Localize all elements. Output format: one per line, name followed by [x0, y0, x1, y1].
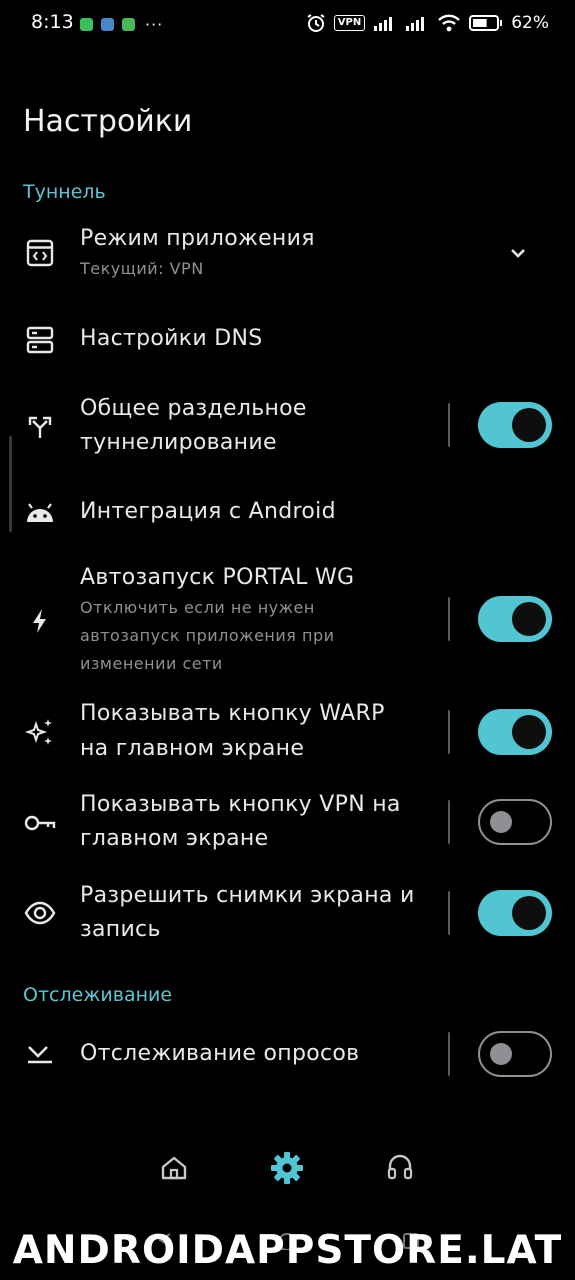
dns-server-icon	[23, 323, 57, 357]
signal-icon-sim2	[406, 17, 425, 31]
scroll-indicator[interactable]	[9, 436, 12, 532]
divider	[448, 1032, 450, 1076]
wifi-icon	[438, 14, 461, 32]
split-tunnel-title-line2: туннелирование	[80, 430, 277, 455]
sparkles-icon	[23, 715, 57, 749]
toggle-knob	[512, 408, 546, 442]
toggle-knob	[490, 1042, 512, 1065]
divider	[448, 597, 450, 641]
vpn-button-toggle[interactable]	[478, 799, 552, 845]
battery-icon	[469, 15, 503, 31]
dns-title: Настройки DNS	[80, 326, 263, 351]
autostart-subtitle-line2: автозапуск приложения при	[80, 626, 335, 645]
system-icons: VPN 62%	[306, 13, 549, 33]
screenshots-title-line2: запись	[80, 917, 161, 942]
android-integration-title: Интеграция с Android	[80, 499, 336, 524]
screenshots-title-line1: Разрешить снимки экрана и	[80, 883, 415, 908]
alarm-icon	[307, 14, 325, 32]
vpn-key-icon	[23, 806, 57, 840]
whatsapp-notification-icon	[80, 18, 93, 31]
vpn-button-title-line1: Показывать кнопку VPN на	[80, 792, 401, 817]
warp-button-title-line2: на главном экране	[80, 736, 305, 761]
eye-icon	[23, 896, 57, 930]
app-window-code-icon	[23, 236, 57, 270]
divider	[448, 403, 450, 447]
status-time: 8:13	[31, 11, 74, 33]
autostart-subtitle-line1: Отключить если не нужен	[80, 598, 315, 617]
warp-button-toggle[interactable]	[478, 709, 552, 755]
toggle-knob	[512, 896, 546, 930]
section-header-tracking: Отслеживание	[23, 984, 173, 1006]
split-tunnel-title-line1: Общее раздельное	[80, 396, 307, 421]
divider	[448, 800, 450, 844]
running-app-notification-icon	[122, 18, 135, 31]
screenshots-toggle[interactable]	[478, 890, 552, 936]
status-bar: 8:13 ··· VPN 62%	[0, 0, 575, 48]
flash-bolt-icon	[23, 604, 57, 638]
app-notification-icon	[101, 18, 114, 31]
more-notifications-icon: ···	[145, 15, 164, 34]
autostart-subtitle-line3: изменении сети	[80, 654, 223, 673]
autostart-toggle[interactable]	[478, 596, 552, 642]
split-tunnel-toggle[interactable]	[478, 402, 552, 448]
home-icon[interactable]	[154, 1148, 194, 1188]
section-header-tunnel: Туннель	[23, 181, 106, 203]
vpn-button-title-line2: главном экране	[80, 826, 269, 851]
battery-percent: 62%	[511, 13, 549, 33]
poll-tracking-toggle[interactable]	[478, 1031, 552, 1077]
settings-icon[interactable]	[267, 1148, 307, 1188]
split-arrows-icon	[23, 409, 57, 443]
watermark: ANDROIDAPPSTORE.LAT	[12, 1228, 563, 1273]
autostart-title: Автозапуск PORTAL WG	[80, 565, 355, 590]
divider	[448, 710, 450, 754]
bottom-navigation	[0, 1140, 575, 1196]
notification-icons: ···	[80, 15, 163, 34]
toggle-knob	[490, 810, 512, 833]
toggle-knob	[512, 602, 546, 636]
page-title: Настройки	[23, 104, 193, 139]
toggle-knob	[512, 715, 546, 749]
tracking-check-icon	[23, 1037, 57, 1071]
divider	[448, 891, 450, 935]
support-headset-icon[interactable]	[380, 1148, 420, 1188]
app-mode-subtitle: Текущий: VPN	[80, 259, 204, 278]
vpn-status-icon: VPN	[333, 15, 366, 31]
app-mode-title: Режим приложения	[80, 226, 315, 251]
chevron-down-icon[interactable]	[506, 241, 530, 265]
signal-icon-sim1	[374, 17, 393, 31]
poll-tracking-title: Отслеживание опросов	[80, 1041, 360, 1066]
android-icon	[23, 496, 57, 530]
warp-button-title-line1: Показывать кнопку WARP	[80, 701, 385, 726]
